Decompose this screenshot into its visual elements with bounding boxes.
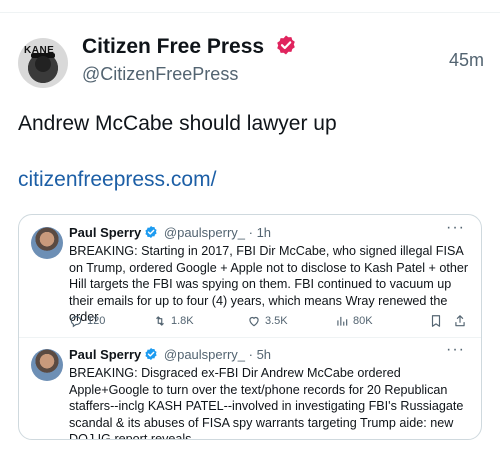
like-button[interactable]: 3.5K (247, 314, 288, 328)
quoted-text: BREAKING: Disgraced ex-FBI Dir Andrew Mc… (69, 366, 464, 440)
quoted-tweets-card[interactable]: Paul Sperry @paulsperry_ · 1h ··· BREAKI… (18, 214, 482, 440)
quoted-author-name[interactable]: Paul Sperry (69, 225, 141, 240)
quoted-time[interactable]: · 5h (249, 347, 271, 362)
author-name[interactable]: Citizen Free Press (82, 34, 297, 59)
post-text: Andrew McCabe should lawyer up (18, 112, 337, 135)
quoted-author-handle[interactable]: @paulsperry_ (164, 225, 245, 240)
post-link[interactable]: citizenfreepress.com/ (18, 168, 216, 192)
repost-icon (156, 316, 164, 326)
like-count: 3.5K (265, 315, 288, 327)
quoted-author-name[interactable]: Paul Sperry (69, 347, 141, 362)
verified-badge-icon (277, 35, 295, 55)
more-icon[interactable]: ··· (446, 341, 465, 359)
quoted-header: Paul Sperry @paulsperry_ · 1h (69, 225, 271, 240)
quoted-tweet[interactable]: Paul Sperry @paulsperry_ · 1h ··· BREAKI… (19, 215, 481, 337)
more-icon[interactable]: ··· (446, 219, 465, 237)
views-button[interactable]: 80K (335, 314, 373, 328)
author-name-label: Citizen Free Press (82, 35, 265, 58)
quoted-time[interactable]: · 1h (249, 225, 271, 240)
bookmark-icon (431, 315, 441, 327)
quoted-header: Paul Sperry @paulsperry_ · 5h (69, 347, 271, 362)
author-handle[interactable]: @CitizenFreePress (82, 64, 238, 85)
repost-count: 1.8K (171, 315, 194, 327)
quoted-author-handle[interactable]: @paulsperry_ (164, 347, 245, 362)
verified-badge-icon (145, 347, 157, 361)
like-icon (249, 316, 259, 327)
avatar[interactable]: KANE (18, 38, 68, 88)
bookmark-button[interactable] (429, 314, 443, 328)
post-header: KANE Citizen Free Press @CitizenFreePres… (18, 32, 484, 92)
post-timestamp[interactable]: 45m (449, 50, 484, 71)
views-icon (337, 316, 348, 326)
reply-icon (70, 316, 82, 328)
verified-badge-icon (145, 225, 157, 239)
quoted-avatar[interactable] (31, 349, 63, 381)
quoted-tweet[interactable]: Paul Sperry @paulsperry_ · 5h ··· BREAKI… (19, 337, 481, 440)
repost-button[interactable]: 1.8K (153, 314, 194, 328)
reply-button[interactable]: 120 (69, 314, 105, 328)
reply-count: 120 (87, 315, 106, 327)
quoted-avatar[interactable] (31, 227, 63, 259)
top-divider (0, 12, 500, 13)
views-count: 80K (353, 315, 373, 327)
share-icon (455, 315, 465, 327)
action-bar: 120 1.8K 3.5K 80K (69, 314, 469, 330)
share-button[interactable] (453, 314, 467, 328)
